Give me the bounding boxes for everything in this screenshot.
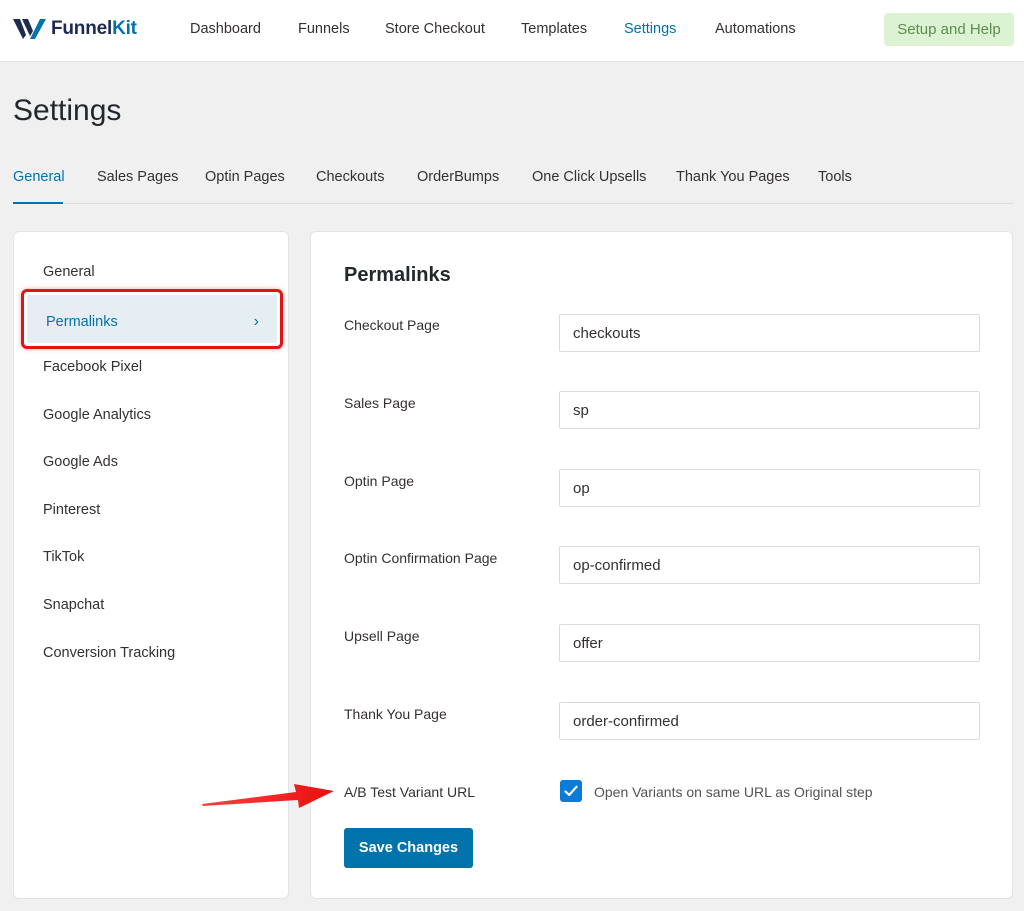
sidebar-item-google-analytics[interactable]: Google Analytics (43, 407, 151, 423)
nav-dashboard[interactable]: Dashboard (190, 21, 261, 37)
nav-settings[interactable]: Settings (624, 21, 676, 37)
thank-you-page-input[interactable] (559, 702, 980, 740)
sidebar-item-permalinks[interactable]: Permalinks › (21, 289, 283, 349)
brand-name: FunnelKit (51, 18, 137, 39)
ab-test-variant-checkbox[interactable] (560, 780, 582, 802)
sales-page-input[interactable] (559, 391, 980, 429)
nav-funnels[interactable]: Funnels (298, 21, 350, 37)
thank-you-page-label: Thank You Page (344, 706, 447, 722)
settings-tabs: General Sales Pages Optin Pages Checkout… (13, 166, 1013, 204)
upsell-page-label: Upsell Page (344, 628, 420, 644)
checkout-page-input[interactable] (559, 314, 980, 352)
sidebar-item-tiktok[interactable]: TikTok (43, 549, 84, 565)
setup-and-help-button[interactable]: Setup and Help (884, 13, 1014, 46)
optin-confirmation-page-label: Optin Confirmation Page (344, 550, 498, 566)
tab-optin-pages[interactable]: Optin Pages (205, 169, 285, 185)
funnelkit-logo-icon (13, 19, 46, 39)
nav-store-checkout[interactable]: Store Checkout (385, 21, 485, 37)
checkout-page-label: Checkout Page (344, 317, 440, 333)
ab-test-variant-url-label: A/B Test Variant URL (344, 784, 475, 800)
ab-test-checkbox-label[interactable]: Open Variants on same URL as Original st… (594, 784, 873, 800)
sidebar-active-background: Permalinks › (27, 295, 277, 343)
active-tab-indicator (13, 202, 63, 204)
sidebar-item-facebook-pixel[interactable]: Facebook Pixel (43, 359, 142, 375)
panel-title: Permalinks (344, 264, 451, 286)
optin-page-input[interactable] (559, 469, 980, 507)
tab-orderbumps[interactable]: OrderBumps (417, 169, 499, 185)
tab-general[interactable]: General (13, 169, 65, 185)
tab-tools[interactable]: Tools (818, 169, 852, 185)
sales-page-label: Sales Page (344, 395, 416, 411)
sidebar-item-general[interactable]: General (43, 264, 95, 280)
optin-page-label: Optin Page (344, 473, 415, 489)
nav-templates[interactable]: Templates (521, 21, 587, 37)
upsell-page-input[interactable] (559, 624, 980, 662)
permalinks-panel: Permalinks Checkout Page Sales Page Opti… (310, 231, 1013, 899)
chevron-right-icon: › (253, 313, 259, 330)
sidebar-item-google-ads[interactable]: Google Ads (43, 454, 118, 470)
sidebar-item-conversion-tracking[interactable]: Conversion Tracking (43, 645, 175, 661)
page-title: Settings (13, 94, 122, 127)
sidebar-item-snapchat[interactable]: Snapchat (43, 597, 104, 613)
tab-one-click-upsells[interactable]: One Click Upsells (532, 169, 646, 185)
sidebar-item-pinterest[interactable]: Pinterest (43, 502, 100, 518)
tab-checkouts[interactable]: Checkouts (316, 169, 385, 185)
sidebar-item-label: Permalinks (46, 314, 118, 330)
tab-sales-pages[interactable]: Sales Pages (97, 169, 178, 185)
check-icon (564, 785, 578, 797)
top-navigation-bar: FunnelKit Dashboard Funnels Store Checko… (0, 0, 1024, 62)
optin-confirmation-page-input[interactable] (559, 546, 980, 584)
red-arrow-icon (202, 784, 334, 808)
funnelkit-logo[interactable]: FunnelKit (13, 16, 137, 42)
save-changes-button[interactable]: Save Changes (344, 828, 473, 868)
tab-thank-you-pages[interactable]: Thank You Pages (676, 169, 790, 185)
nav-automations[interactable]: Automations (715, 21, 796, 37)
